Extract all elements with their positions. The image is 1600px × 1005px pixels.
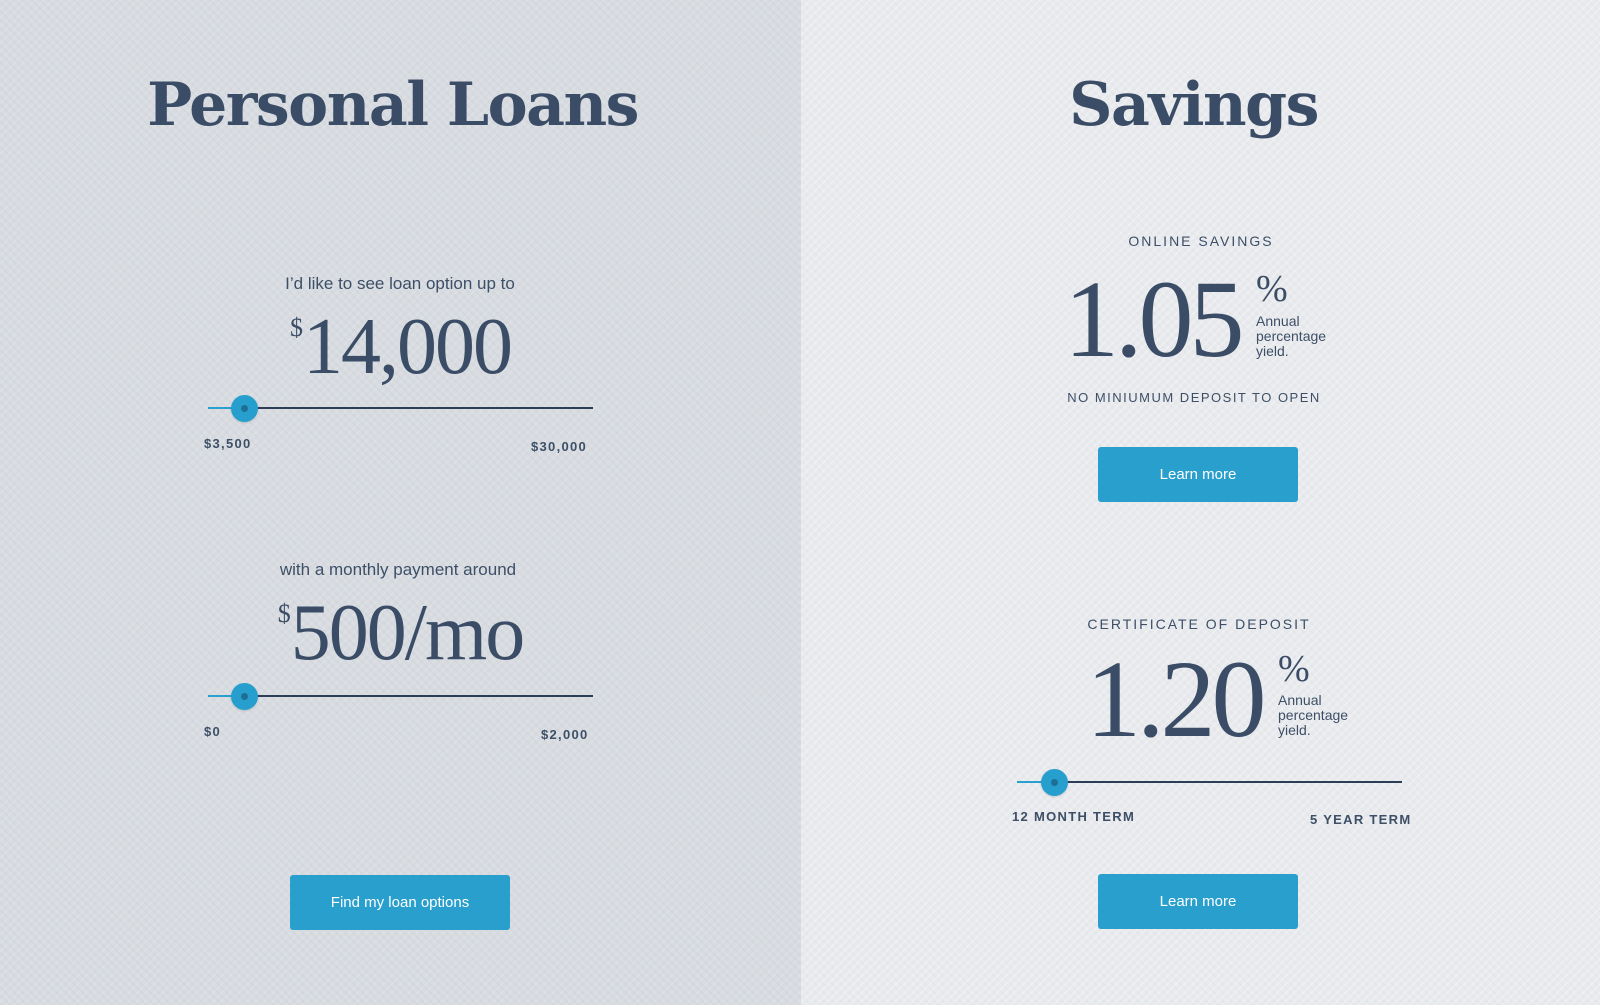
monthly-payment-slider-handle[interactable] [231, 683, 258, 710]
cd-term-slider-handle[interactable] [1041, 769, 1068, 796]
cd-term-max-label: 5 YEAR TERM [1310, 812, 1412, 827]
online-savings-percent: % [1256, 268, 1288, 310]
cd-apy-text: Annual percentage yield. [1278, 692, 1349, 738]
loan-amount-max-label: $30,000 [531, 439, 588, 454]
online-savings-apy-text: Annual percentage yield. [1256, 313, 1327, 359]
cd-label: CERTIFICATE OF DEPOSIT [1087, 616, 1311, 632]
savings-title: Savings [1069, 70, 1319, 140]
cd-rate: 1.20 [1086, 638, 1266, 760]
cd-learn-more-button[interactable]: Learn more [1098, 874, 1298, 929]
monthly-payment-display: $500/mo [0, 593, 801, 673]
cd-percent: % [1278, 648, 1310, 690]
find-loan-options-button[interactable]: Find my loan options [290, 875, 510, 930]
loan-amount-slider[interactable] [208, 395, 593, 422]
cd-term-slider[interactable] [1017, 769, 1402, 796]
cd-term-min-label: 12 MONTH TERM [1012, 809, 1136, 824]
online-savings-rate: 1.05 [1064, 258, 1244, 380]
monthly-payment-min-label: $0 [204, 724, 222, 739]
loan-amount-min-label: $3,500 [204, 436, 252, 451]
online-savings-learn-more-button[interactable]: Learn more [1098, 447, 1298, 502]
monthly-payment-slider[interactable] [208, 683, 593, 710]
online-savings-note: NO MINIUMUM DEPOSIT TO OPEN [1067, 390, 1321, 405]
personal-loans-panel: Personal Loans I’d like to see loan opti… [0, 0, 801, 1005]
loan-amount-slider-handle[interactable] [231, 395, 258, 422]
monthly-payment-max-label: $2,000 [541, 727, 589, 742]
loan-amount-display: $14,000 [0, 307, 801, 387]
loan-amount-currency: $ [290, 313, 303, 342]
savings-panel: Savings ONLINE SAVINGS 1.05 % Annual per… [801, 0, 1600, 1005]
loan-amount-track [238, 407, 593, 409]
monthly-payment-currency: $ [277, 599, 291, 628]
online-savings-label: ONLINE SAVINGS [1128, 233, 1274, 249]
cd-term-track [1047, 781, 1402, 783]
loan-amount-prompt: I’d like to see loan option up to [285, 274, 515, 293]
monthly-payment-track [238, 695, 593, 697]
monthly-payment-prompt: with a monthly payment around [279, 560, 517, 579]
monthly-payment-value: 500/mo [290, 589, 525, 677]
personal-loans-title: Personal Loans [147, 70, 639, 140]
loan-amount-value: 14,000 [303, 303, 513, 391]
